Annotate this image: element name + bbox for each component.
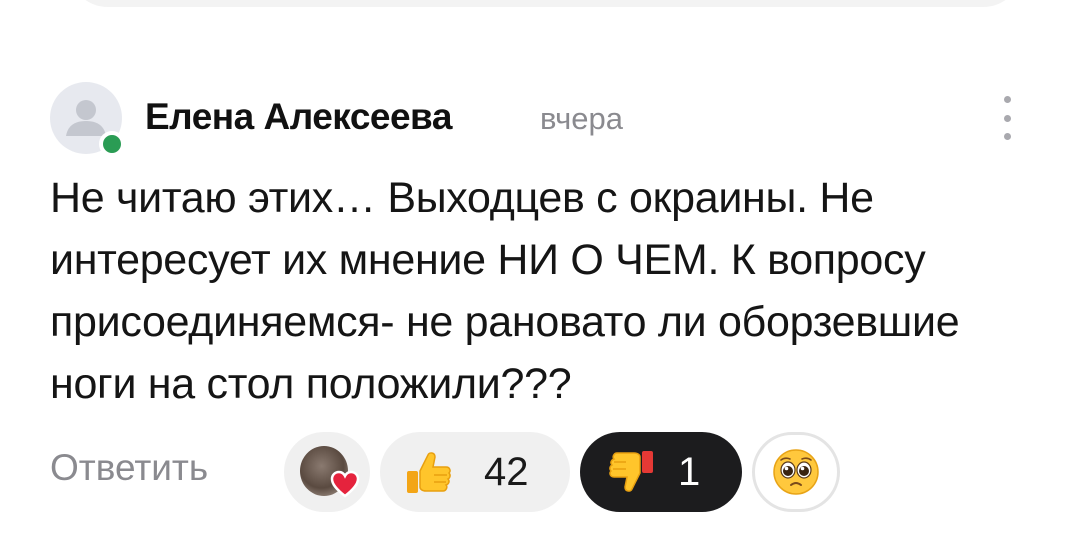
previous-card-bottom	[68, 0, 1023, 7]
comment-time: вчера	[540, 101, 623, 136]
reply-button[interactable]: Ответить	[50, 447, 208, 489]
vertical-dots-icon	[1003, 96, 1011, 103]
pleading-face-reaction-button[interactable]	[752, 432, 840, 512]
heart-icon	[330, 470, 360, 498]
comment-text: Не читаю этих… Выходцев с окраины. Не ин…	[50, 174, 960, 408]
thumbs-up-emoji	[407, 452, 451, 493]
author-name[interactable]: Елена Алексеева	[145, 96, 452, 138]
online-status-dot	[99, 131, 125, 157]
pleading-face-emoji	[773, 449, 819, 495]
dislike-count: 1	[678, 449, 701, 494]
more-options-button[interactable]	[992, 96, 1022, 140]
comment-screen: Елена Алексеева вчера Не читаю этих… Вых…	[0, 0, 1080, 551]
author-avatar[interactable]	[50, 82, 125, 157]
dislike-reaction-button[interactable]: 1	[580, 432, 742, 512]
like-reaction-button[interactable]: 42	[380, 432, 570, 512]
like-count: 42	[484, 449, 529, 494]
thumbs-down-emoji	[609, 451, 653, 492]
reactors-button[interactable]	[284, 432, 370, 512]
